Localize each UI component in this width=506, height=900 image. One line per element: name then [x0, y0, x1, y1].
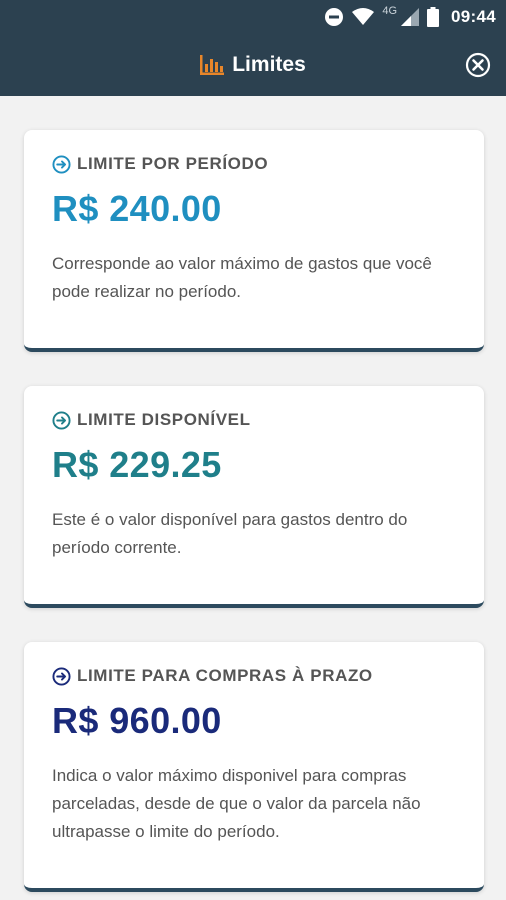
card-header: LIMITE PARA COMPRAS À PRAZO: [52, 666, 456, 686]
signal-icon: [401, 8, 420, 26]
wifi-icon: [352, 8, 375, 26]
app-bar: Limites: [0, 34, 506, 96]
bar-chart-icon: [200, 55, 225, 75]
limit-card-installments: LIMITE PARA COMPRAS À PRAZO R$ 960.00 In…: [24, 642, 484, 892]
limit-card-available: LIMITE DISPONÍVEL R$ 229.25 Este é o val…: [24, 386, 484, 608]
close-circle-icon: [465, 52, 491, 78]
battery-icon: [427, 7, 440, 27]
page-title: Limites: [232, 53, 306, 76]
card-title: LIMITE POR PERÍODO: [77, 154, 269, 173]
close-button[interactable]: [464, 51, 492, 79]
limit-card-period: LIMITE POR PERÍODO R$ 240.00 Corresponde…: [24, 130, 484, 352]
card-title: LIMITE DISPONÍVEL: [77, 410, 251, 429]
arrow-circle-right-icon: [52, 410, 71, 430]
limit-value: R$ 240.00: [52, 188, 222, 229]
arrow-circle-right-icon: [52, 666, 71, 686]
status-bar: 4G 09:44: [0, 0, 506, 34]
card-header: LIMITE DISPONÍVEL: [52, 410, 456, 430]
app-title-group: Limites: [200, 53, 306, 77]
limit-description: Corresponde ao valor máximo de gastos qu…: [52, 254, 432, 301]
card-header: LIMITE POR PERÍODO: [52, 154, 456, 174]
limits-list: LIMITE POR PERÍODO R$ 240.00 Corresponde…: [0, 96, 506, 900]
limit-description: Indica o valor máximo disponivel para co…: [52, 766, 421, 841]
network-type-label: 4G: [382, 5, 398, 17]
limit-description: Este é o valor disponível para gastos de…: [52, 510, 408, 557]
card-title: LIMITE PARA COMPRAS À PRAZO: [77, 666, 373, 685]
do-not-disturb-icon: [324, 7, 344, 27]
limit-value: R$ 229.25: [52, 444, 222, 485]
arrow-circle-right-icon: [52, 154, 71, 174]
clock: 09:44: [451, 7, 496, 26]
limit-value: R$ 960.00: [52, 700, 222, 741]
